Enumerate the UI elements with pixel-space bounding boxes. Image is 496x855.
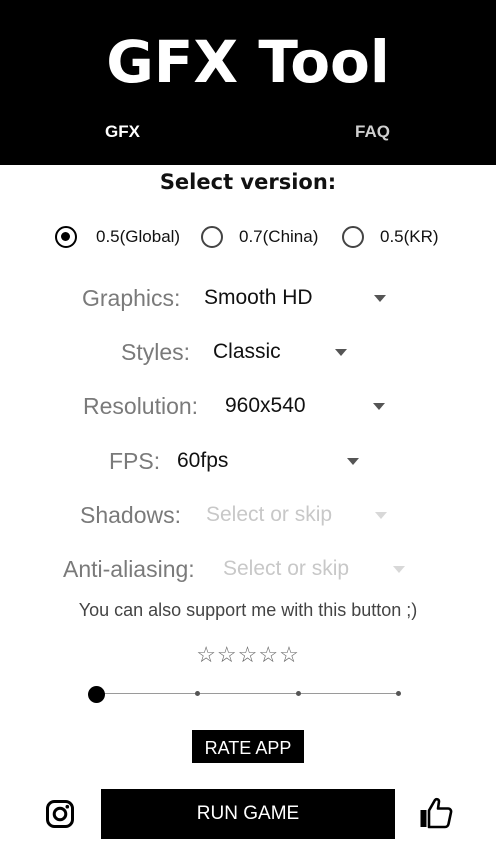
fps-setting: FPS: 60fps bbox=[0, 448, 496, 482]
slider-tick bbox=[296, 691, 301, 696]
graphics-setting: Graphics: Smooth HD bbox=[0, 285, 496, 319]
chevron-down-icon[interactable] bbox=[347, 458, 359, 465]
styles-select[interactable]: Classic bbox=[213, 340, 281, 364]
thumbs-up-icon[interactable] bbox=[419, 797, 453, 829]
support-message: You can also support me with this button… bbox=[78, 600, 418, 620]
tab-gfx[interactable]: GFX bbox=[105, 122, 140, 142]
rating-slider-track[interactable] bbox=[97, 693, 399, 694]
resolution-setting: Resolution: 960x540 bbox=[0, 393, 496, 427]
slider-tick bbox=[195, 691, 200, 696]
radio-version-global[interactable]: 0.5(Global) bbox=[55, 226, 180, 248]
chevron-down-icon[interactable] bbox=[375, 512, 387, 519]
chevron-down-icon[interactable] bbox=[393, 566, 405, 573]
radio-version-china[interactable]: 0.7(China) bbox=[201, 226, 318, 248]
shadows-select[interactable]: Select or skip bbox=[206, 503, 332, 527]
styles-setting: Styles: Classic bbox=[0, 339, 496, 373]
run-game-button[interactable]: RUN GAME bbox=[101, 789, 395, 839]
radio-label: 0.5(KR) bbox=[380, 227, 439, 246]
shadows-label: Shadows: bbox=[80, 502, 182, 528]
radio-label: 0.5(Global) bbox=[96, 227, 181, 246]
app-title: GFX Tool bbox=[106, 28, 390, 96]
chevron-down-icon[interactable] bbox=[335, 349, 347, 356]
chevron-down-icon[interactable] bbox=[373, 403, 385, 410]
resolution-select[interactable]: 960x540 bbox=[225, 394, 306, 418]
shadows-setting: Shadows: Select or skip bbox=[0, 502, 496, 536]
radio-label: 0.7(China) bbox=[239, 227, 319, 246]
fps-label: FPS: bbox=[109, 448, 161, 474]
chevron-down-icon[interactable] bbox=[374, 295, 386, 302]
radio-version-kr[interactable]: 0.5(KR) bbox=[342, 226, 439, 248]
fps-select[interactable]: 60fps bbox=[177, 449, 228, 473]
anti-aliasing-select[interactable]: Select or skip bbox=[223, 557, 349, 581]
radio-checked-icon bbox=[55, 226, 77, 248]
radio-unchecked-icon bbox=[201, 226, 223, 248]
select-version-title: Select version: bbox=[159, 170, 337, 194]
styles-label: Styles: bbox=[121, 339, 191, 365]
app-header: GFX Tool GFX FAQ bbox=[0, 0, 496, 165]
version-radio-group: 0.5(Global) 0.7(China) 0.5(KR) bbox=[0, 226, 496, 254]
rating-slider-handle[interactable] bbox=[88, 686, 105, 703]
tab-faq[interactable]: FAQ bbox=[355, 122, 390, 142]
anti-aliasing-label: Anti-aliasing: bbox=[63, 556, 195, 582]
radio-unchecked-icon bbox=[342, 226, 364, 248]
slider-tick bbox=[396, 691, 401, 696]
star-rating[interactable]: ☆☆☆☆☆ bbox=[0, 642, 496, 668]
instagram-icon[interactable] bbox=[45, 799, 75, 829]
graphics-select[interactable]: Smooth HD bbox=[204, 286, 313, 310]
graphics-label: Graphics: bbox=[82, 285, 181, 311]
anti-aliasing-setting: Anti-aliasing: Select or skip bbox=[0, 556, 496, 590]
resolution-label: Resolution: bbox=[83, 393, 199, 419]
rate-app-button[interactable]: RATE APP bbox=[192, 730, 304, 763]
